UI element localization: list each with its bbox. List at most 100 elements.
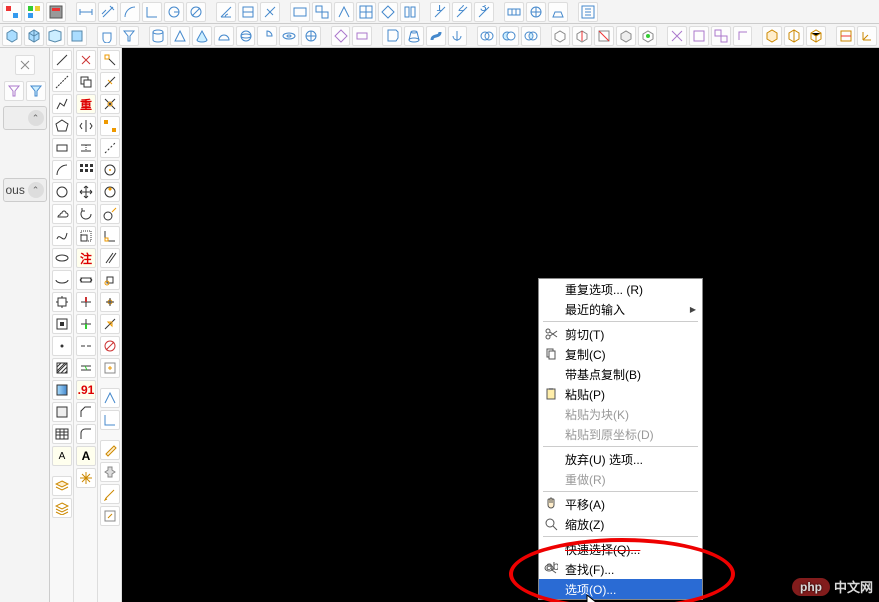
ellipsearc-icon[interactable] <box>52 270 72 290</box>
aux-brush-icon[interactable] <box>100 440 120 460</box>
spline-icon[interactable] <box>52 226 72 246</box>
tool-swatch-icon[interactable] <box>2 2 22 22</box>
prim-dome-icon[interactable] <box>214 26 234 46</box>
extend-icon[interactable] <box>76 314 96 334</box>
scale-icon[interactable] <box>76 226 96 246</box>
erase-icon[interactable] <box>76 50 96 70</box>
snap-cen-icon[interactable] <box>100 160 120 180</box>
menu-options[interactable]: 选项(O)... <box>539 579 702 599</box>
circle-icon[interactable] <box>52 182 72 202</box>
snap-mid-icon[interactable] <box>100 72 120 92</box>
menu-copy-base[interactable]: 带基点复制(B) <box>539 364 702 384</box>
polygon-icon[interactable] <box>52 116 72 136</box>
prim-seg-icon[interactable] <box>301 26 321 46</box>
dim-arc-icon[interactable] <box>120 2 140 22</box>
solid-loft-icon[interactable] <box>404 26 424 46</box>
lp-tab-1[interactable]: ⌃ <box>3 106 47 130</box>
join-icon[interactable] <box>76 358 96 378</box>
edit-3d-3-icon[interactable] <box>594 26 614 46</box>
block-icon[interactable] <box>52 314 72 334</box>
xline-icon[interactable] <box>52 72 72 92</box>
text-a2-icon[interactable]: A <box>76 446 96 466</box>
prim-tri-icon[interactable] <box>170 26 190 46</box>
model-box-icon[interactable] <box>2 26 22 46</box>
menu-abandon[interactable]: 放弃(U) 选项... <box>539 449 702 469</box>
dim-tol-icon[interactable] <box>504 2 524 22</box>
break-icon[interactable] <box>76 336 96 356</box>
aux-screw-icon[interactable] <box>100 462 120 482</box>
solid-sweep-icon[interactable] <box>426 26 446 46</box>
dim-style-icon[interactable] <box>578 2 598 22</box>
prim-wedge-icon[interactable] <box>257 26 277 46</box>
edit-3d-2-icon[interactable] <box>572 26 592 46</box>
menu-repeat-options[interactable]: 重复选项... (R) <box>539 279 702 299</box>
model-box2-icon[interactable] <box>24 26 44 46</box>
mirror-icon[interactable] <box>76 116 96 136</box>
section-icon[interactable] <box>836 26 856 46</box>
dim-q2-icon[interactable] <box>260 2 280 22</box>
stretch-icon[interactable] <box>76 270 96 290</box>
edit-box-c-icon[interactable] <box>806 26 826 46</box>
edit-3d-1-icon[interactable] <box>551 26 571 46</box>
snap-ext-icon[interactable] <box>100 138 120 158</box>
dview-icon-1[interactable] <box>290 2 310 22</box>
insert-icon[interactable] <box>52 292 72 312</box>
snap-tan-icon[interactable] <box>100 204 120 224</box>
edit-3d-9-icon[interactable] <box>733 26 753 46</box>
surf-diamond-icon[interactable] <box>331 26 351 46</box>
prim-cylinder-icon[interactable] <box>149 26 169 46</box>
pline-icon[interactable] <box>52 94 72 114</box>
snap-per-icon[interactable] <box>100 226 120 246</box>
trim-icon[interactable] <box>76 292 96 312</box>
edit-3d-8-icon[interactable] <box>711 26 731 46</box>
menu-find[interactable]: abc 查找(F)... <box>539 559 702 579</box>
dview-icon-3[interactable] <box>334 2 354 22</box>
rotate-icon[interactable] <box>76 204 96 224</box>
table-icon[interactable] <box>52 424 72 444</box>
dim-q1-icon[interactable] <box>238 2 258 22</box>
model-box3-icon[interactable] <box>46 26 66 46</box>
zhu-icon[interactable]: 注 <box>76 248 96 268</box>
point-icon[interactable] <box>52 336 72 356</box>
rect-icon[interactable] <box>52 138 72 158</box>
dview-icon-6[interactable] <box>400 2 420 22</box>
layer2-icon[interactable] <box>52 498 72 518</box>
edit-3d-6-icon[interactable] <box>667 26 687 46</box>
prim-funnel-icon[interactable] <box>119 26 139 46</box>
menu-zoom[interactable]: 缩放(Z) <box>539 514 702 534</box>
dview-z2-icon[interactable]: 2 <box>452 2 472 22</box>
bool-sub-icon[interactable] <box>499 26 519 46</box>
dim-linear-icon[interactable] <box>76 2 96 22</box>
dim-ord-icon[interactable] <box>142 2 162 22</box>
model-box4-icon[interactable] <box>67 26 87 46</box>
offset-icon[interactable] <box>76 138 96 158</box>
menu-copy[interactable]: 复制(C) <box>539 344 702 364</box>
gradient-icon[interactable] <box>52 380 72 400</box>
menu-recent-input[interactable]: 最近的输入 <box>539 299 702 319</box>
edit-box-b-icon[interactable] <box>784 26 804 46</box>
dim-ang-icon[interactable] <box>216 2 236 22</box>
move-icon[interactable] <box>76 182 96 202</box>
text-a-icon[interactable]: A <box>52 446 72 466</box>
lp-filter-icon[interactable] <box>4 81 24 101</box>
snap-app-icon[interactable] <box>100 116 120 136</box>
explode-icon[interactable] <box>76 468 96 488</box>
bool-int-icon[interactable] <box>521 26 541 46</box>
edit-3d-7-icon[interactable] <box>689 26 709 46</box>
aux-edit-icon[interactable] <box>100 506 120 526</box>
prim-cone-icon[interactable] <box>192 26 212 46</box>
array-icon[interactable] <box>76 160 96 180</box>
lp-close-icon[interactable] <box>15 55 35 75</box>
lp-funnel-icon[interactable] <box>26 81 46 101</box>
snap-non-icon[interactable] <box>100 336 120 356</box>
edit-3d-5-icon[interactable] <box>638 26 658 46</box>
menu-quick-select[interactable]: 快速选择(Q)... <box>539 539 702 559</box>
hatch-icon[interactable] <box>52 358 72 378</box>
dim-rad-icon[interactable] <box>164 2 184 22</box>
prim-sphere-icon[interactable] <box>236 26 256 46</box>
solid-extrude-icon[interactable] <box>382 26 402 46</box>
region-icon[interactable] <box>52 402 72 422</box>
snap-end-icon[interactable] <box>100 50 120 70</box>
dview-icon-5[interactable] <box>378 2 398 22</box>
prim-cup-icon[interactable] <box>97 26 117 46</box>
